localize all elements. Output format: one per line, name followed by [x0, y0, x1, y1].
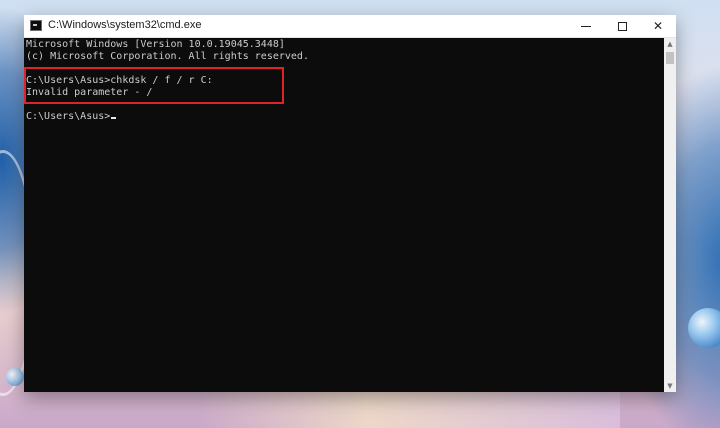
- window-title: C:\Windows\system32\cmd.exe: [48, 19, 202, 31]
- cmd-window[interactable]: C:\Windows\system32\cmd.exe ✕ Microsoft …: [24, 15, 676, 392]
- highlight-box: [24, 67, 284, 104]
- text-cursor: [111, 117, 117, 119]
- console-output[interactable]: Microsoft Windows [Version 10.0.19045.34…: [24, 38, 664, 392]
- minimize-button[interactable]: [568, 15, 604, 37]
- minimize-icon: [581, 25, 591, 27]
- scroll-up-button[interactable]: ▲: [664, 38, 676, 50]
- maximize-icon: [617, 21, 627, 31]
- arrow-up-icon: ▲: [667, 40, 673, 48]
- arrow-down-icon: ▼: [667, 382, 673, 390]
- cmd-icon: [30, 20, 42, 31]
- console-prompt-line[interactable]: C:\Users\Asus>: [26, 111, 117, 123]
- console-prompt: C:\Users\Asus>: [26, 111, 111, 122]
- console-line: Microsoft Windows [Version 10.0.19045.34…: [26, 39, 285, 50]
- console-line: (c) Microsoft Corporation. All rights re…: [26, 51, 309, 62]
- scroll-thumb[interactable]: [666, 52, 674, 64]
- wallpaper-sweep: [200, 386, 620, 428]
- title-bar[interactable]: C:\Windows\system32\cmd.exe ✕: [24, 15, 676, 38]
- scroll-down-button[interactable]: ▼: [664, 380, 676, 392]
- maximize-button[interactable]: [604, 15, 640, 37]
- close-button[interactable]: ✕: [640, 15, 676, 37]
- wallpaper-bubble-right: [688, 308, 720, 348]
- close-icon: ✕: [652, 19, 664, 33]
- wallpaper-bubble-left: [6, 368, 24, 386]
- vertical-scrollbar[interactable]: ▲ ▼: [664, 38, 676, 392]
